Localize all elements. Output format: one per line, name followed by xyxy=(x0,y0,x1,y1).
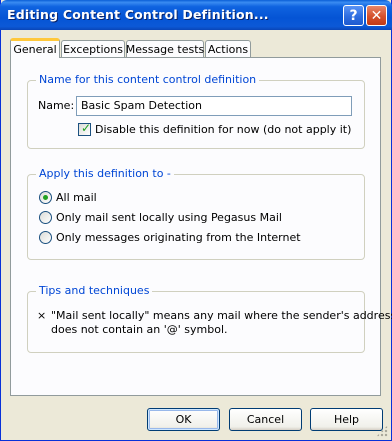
cancel-button-label: Cancel xyxy=(246,413,285,426)
tab-general[interactable]: General xyxy=(10,38,60,58)
checkmark-icon: ✓ xyxy=(81,121,92,135)
question-icon: ? xyxy=(349,7,358,24)
tips-group: Tips and techniques × "Mail sent locally… xyxy=(27,284,392,353)
radio-local-mail-label[interactable]: Only mail sent locally using Pegasus Mai… xyxy=(56,211,282,224)
disable-checkbox-label[interactable]: Disable this definition for now (do not … xyxy=(95,123,351,136)
tab-message-tests-label: Message tests xyxy=(125,42,205,56)
tab-actions[interactable]: Actions xyxy=(205,40,251,57)
radio-all-mail[interactable] xyxy=(39,191,52,204)
close-icon: ✕ xyxy=(370,7,383,24)
help-title-button[interactable]: ? xyxy=(343,5,364,26)
tab-actions-label: Actions xyxy=(207,42,249,56)
tab-general-label: General xyxy=(13,43,57,56)
help-button-label: Help xyxy=(333,413,360,426)
ok-button-label: OK xyxy=(175,413,192,426)
cancel-button[interactable]: Cancel xyxy=(229,408,302,431)
tab-message-tests[interactable]: Message tests xyxy=(126,40,204,57)
title-bar[interactable]: Editing Content Control Definition... ? … xyxy=(0,0,392,30)
help-button[interactable]: Help xyxy=(310,408,383,431)
window-title: Editing Content Control Definition... xyxy=(7,7,269,22)
radio-internet-mail[interactable] xyxy=(39,231,52,244)
tab-exceptions-label: Exceptions xyxy=(63,42,123,56)
disable-checkbox[interactable]: ✓ xyxy=(78,121,92,136)
bullet-icon: × xyxy=(37,309,47,322)
tip-line-1: "Mail sent locally" means any mail where… xyxy=(51,309,392,322)
dialog-window: Editing Content Control Definition... ? … xyxy=(0,0,392,441)
name-input[interactable]: Basic Spam Detection xyxy=(76,96,352,116)
radio-all-mail-label[interactable]: All mail xyxy=(56,191,97,204)
tab-exceptions[interactable]: Exceptions xyxy=(61,40,125,57)
name-group-title: Name for this content control definition xyxy=(36,73,260,86)
tips-group-title: Tips and techniques xyxy=(36,284,153,297)
name-group: Name for this content control definition… xyxy=(27,73,365,149)
radio-internet-mail-label[interactable]: Only messages originating from the Inter… xyxy=(56,231,301,244)
tip-line-2: does not contain an '@' symbol. xyxy=(51,323,228,336)
tab-panel-general: Name for this content control definition… xyxy=(10,57,392,396)
radio-selected-dot xyxy=(43,195,48,200)
radio-local-mail[interactable] xyxy=(39,211,52,224)
name-input-value: Basic Spam Detection xyxy=(81,99,202,112)
ok-button[interactable]: OK xyxy=(147,408,220,431)
apply-group-title: Apply this definition to - xyxy=(36,167,174,180)
name-label: Name: xyxy=(38,99,75,112)
close-button[interactable]: ✕ xyxy=(366,5,387,26)
apply-group: Apply this definition to - All mail Only… xyxy=(27,167,365,260)
